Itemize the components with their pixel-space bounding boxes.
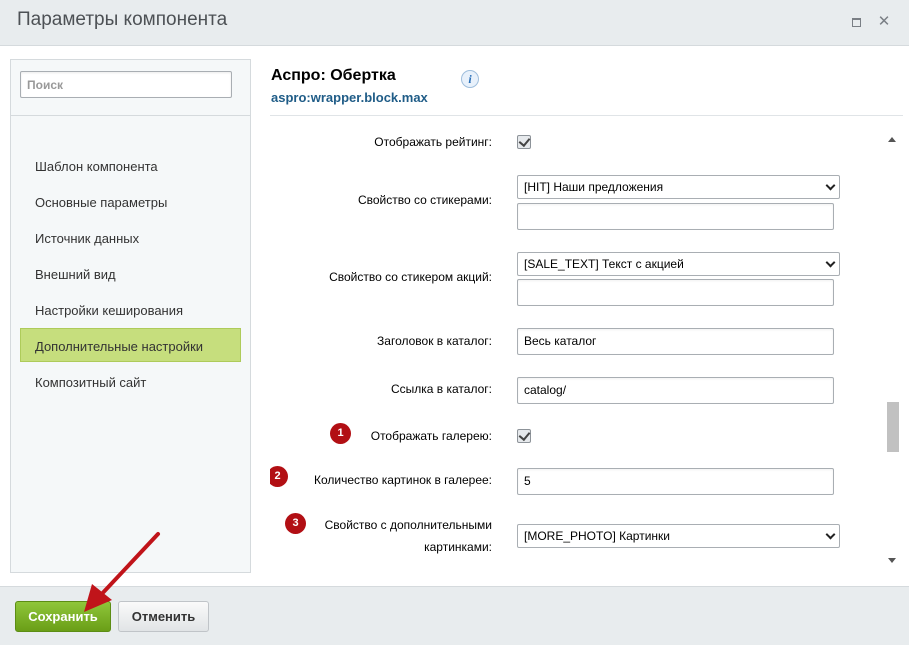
stickers-select-value: [HIT] Наши предложения — [524, 180, 664, 194]
sidebar-item-main-params[interactable]: Основные параметры — [20, 184, 241, 218]
info-icon[interactable]: i — [461, 70, 479, 88]
catalog-title-input[interactable]: Весь каталог — [517, 328, 834, 355]
sidebar-nav: Шаблон компонента Основные параметры Ист… — [20, 148, 241, 400]
more-photo-select[interactable]: [MORE_PHOTO] Картинки — [517, 524, 840, 548]
chevron-down-icon — [825, 529, 836, 540]
more-photo-select-value: [MORE_PHOTO] Картинки — [524, 529, 670, 543]
sale-sticker-select[interactable]: [SALE_TEXT] Текст с акцией — [517, 252, 840, 276]
component-header: Аспро: Обертка aspro:wrapper.block.max i — [270, 46, 903, 116]
rating-checkbox[interactable] — [517, 135, 531, 149]
scroll-down-icon[interactable] — [888, 558, 896, 563]
chevron-down-icon — [825, 257, 836, 268]
dialog-content: Шаблон компонента Основные параметры Ист… — [0, 46, 909, 586]
catalog-link-input[interactable]: catalog/ — [517, 377, 834, 404]
rating-label: Отображать рейтинг: — [374, 135, 492, 149]
dialog-title: Параметры компонента — [17, 9, 228, 30]
save-button[interactable]: Сохранить — [15, 601, 111, 632]
settings-sidebar: Шаблон компонента Основные параметры Ист… — [10, 59, 251, 573]
sidebar-item-cache[interactable]: Настройки кеширования — [20, 292, 241, 326]
stickers-select[interactable]: [HIT] Наши предложения — [517, 175, 840, 199]
scroll-up-icon[interactable] — [888, 137, 896, 142]
dialog-titlebar: Параметры компонента ✕ — [0, 0, 909, 46]
dialog-footer: Сохранить Отменить — [0, 586, 909, 645]
component-code: aspro:wrapper.block.max — [271, 90, 428, 105]
sidebar-item-appearance[interactable]: Внешний вид — [20, 256, 241, 290]
gallery-label: Отображать галерею: — [370, 429, 492, 443]
gallery-checkbox[interactable] — [517, 429, 531, 443]
stickers-label: Свойство со стикерами: — [357, 193, 492, 207]
close-icon[interactable]: ✕ — [877, 14, 891, 29]
settings-form: Отображать рейтинг: Свойство со стикерам… — [270, 117, 890, 577]
cancel-button[interactable]: Отменить — [118, 601, 209, 632]
component-title: Аспро: Обертка — [271, 67, 396, 84]
maximize-icon[interactable] — [849, 15, 863, 29]
settings-main: Аспро: Обертка aspro:wrapper.block.max i… — [270, 46, 909, 586]
sale-sticker-extra-input[interactable] — [517, 279, 834, 306]
stickers-extra-input[interactable] — [517, 203, 834, 230]
catalog-link-label: Ссылка в каталог: — [390, 382, 492, 396]
gallery-count-label: Количество картинок в галерее: — [314, 473, 492, 487]
form-scrollbar[interactable] — [885, 134, 901, 569]
search-input[interactable] — [20, 71, 232, 98]
sale-sticker-label: Свойство со стикером акций: — [329, 270, 492, 284]
more-photo-label-line1: Свойство с дополнительными — [324, 518, 492, 532]
sidebar-item-template[interactable]: Шаблон компонента — [20, 148, 241, 182]
chevron-down-icon — [825, 180, 836, 191]
sidebar-search-area — [11, 60, 250, 116]
gallery-count-input[interactable]: 5 — [517, 468, 834, 495]
catalog-title-label: Заголовок в каталог: — [377, 334, 492, 348]
sidebar-item-additional[interactable]: Дополнительные настройки — [20, 328, 241, 362]
sidebar-item-composite[interactable]: Композитный сайт — [20, 364, 241, 398]
sale-sticker-select-value: [SALE_TEXT] Текст с акцией — [524, 257, 684, 271]
sidebar-item-data-source[interactable]: Источник данных — [20, 220, 241, 254]
scroll-thumb[interactable] — [887, 402, 899, 452]
more-photo-label-line2: картинками: — [424, 540, 492, 554]
